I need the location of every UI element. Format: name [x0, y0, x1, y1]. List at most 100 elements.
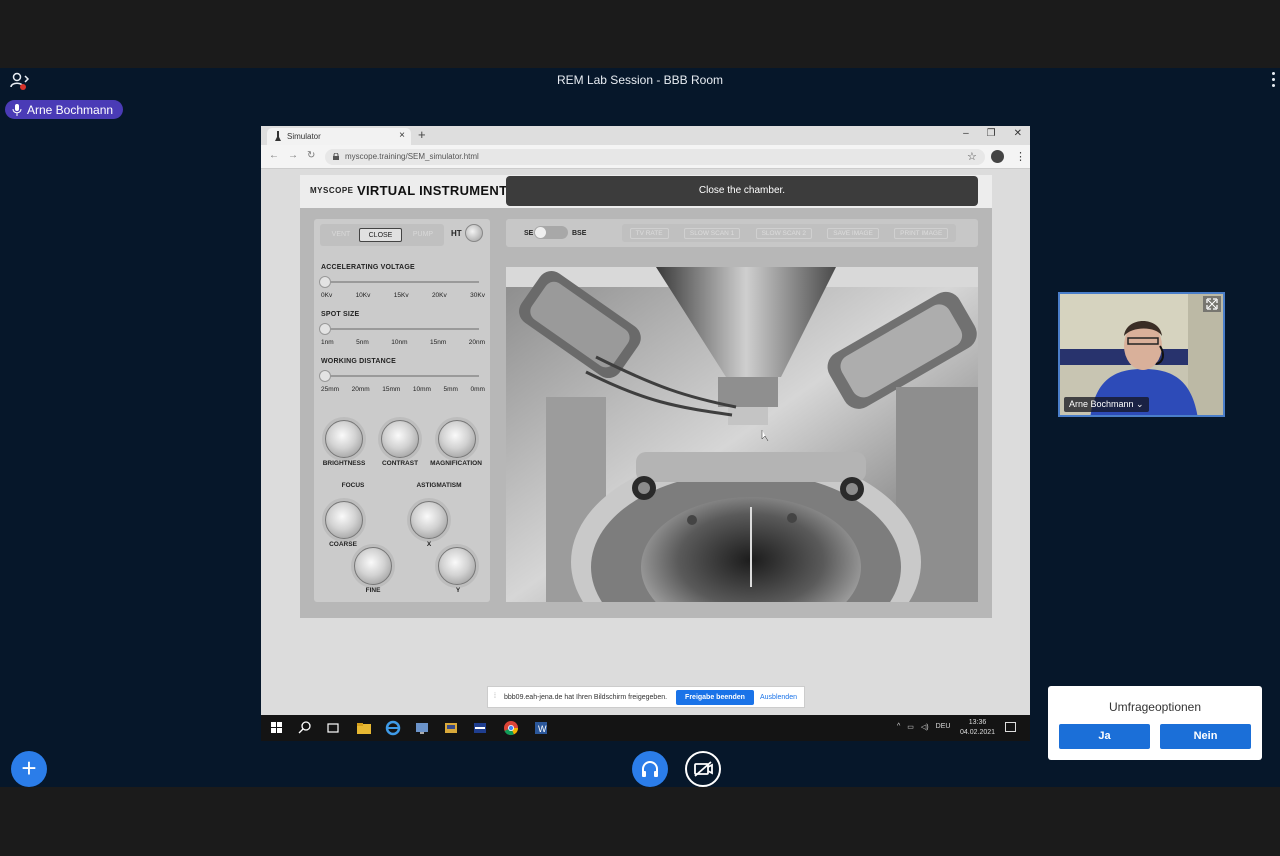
volume-icon[interactable]: ◁) — [921, 723, 929, 731]
accelerating-voltage-label: ACCELERATING VOLTAGE — [321, 264, 415, 271]
leave-audio-button[interactable] — [632, 751, 668, 787]
brightness-knob[interactable] — [325, 420, 363, 458]
bookmark-star-icon[interactable]: ☆ — [967, 150, 977, 163]
taskbar-clock[interactable]: 13:36 04.02.2021 — [960, 718, 995, 738]
tab-title: Simulator — [287, 132, 321, 141]
hide-notice-link[interactable]: Ausblenden — [760, 694, 797, 701]
letterbox-top — [0, 0, 1280, 68]
screen-share: Simulator × + – ❐ ✕ ← → ↻ myscope.traini… — [261, 126, 1030, 741]
actions-plus-button[interactable]: + — [11, 751, 47, 787]
room-title: REM Lab Session - BBB Room — [556, 73, 724, 87]
app-icon[interactable] — [443, 720, 459, 736]
coarse-focus-knob[interactable] — [325, 501, 363, 539]
contrast-knob[interactable] — [381, 420, 419, 458]
poll-title: Umfrageoptionen — [1108, 700, 1202, 714]
reload-icon[interactable]: ↻ — [307, 150, 315, 161]
poll-yes-button[interactable]: Ja — [1059, 724, 1150, 749]
tick: 20mm — [351, 386, 370, 393]
restore-icon[interactable]: ❐ — [987, 128, 996, 139]
search-icon[interactable] — [297, 720, 313, 736]
tick: 15mm — [382, 386, 401, 393]
accelerating-voltage-slider[interactable] — [319, 276, 331, 288]
magnification-knob[interactable] — [438, 420, 476, 458]
internet-explorer-icon[interactable] — [385, 720, 401, 736]
browser-tabbar: Simulator × + – ❐ ✕ — [261, 126, 1030, 145]
print-image-button[interactable]: PRINT IMAGE — [894, 227, 949, 239]
remote-desktop-icon[interactable] — [414, 720, 430, 736]
save-image-button[interactable]: SAVE IMAGE — [827, 227, 879, 239]
close-window-icon[interactable]: ✕ — [1014, 128, 1022, 139]
talking-indicator[interactable]: Arne Bochmann — [5, 100, 124, 119]
slow-scan-2-button[interactable]: SLOW SCAN 2 — [755, 227, 812, 239]
windows-start-icon[interactable] — [269, 720, 285, 736]
bse-label: BSE — [572, 230, 587, 237]
tick: 20nm — [468, 339, 485, 346]
network-icon[interactable]: ▭ — [907, 723, 914, 731]
talker-name: Arne Bochmann — [27, 102, 114, 117]
nav-buttons: ← → ↻ — [269, 150, 315, 161]
tv-rate-button[interactable]: TV RATE — [629, 227, 669, 239]
browser-omnibar: ← → ↻ myscope.training/SEM_simulator.htm… — [261, 145, 1030, 169]
chamber-view — [506, 267, 978, 602]
clock-time: 13:36 — [968, 719, 987, 726]
share-webcam-button[interactable] — [685, 751, 721, 787]
vent-button[interactable]: VENT — [326, 228, 356, 242]
browser-menu-icon[interactable]: ⋮ — [1015, 150, 1026, 163]
focus-label: FOCUS — [341, 482, 365, 489]
tray-chevron-icon[interactable]: ^ — [897, 723, 900, 731]
back-icon[interactable]: ← — [269, 150, 279, 161]
ht-switch[interactable] — [465, 224, 483, 242]
spot-size-slider[interactable] — [319, 323, 331, 335]
poll-no-button[interactable]: Nein — [1160, 724, 1251, 749]
y-label: Y — [455, 587, 461, 594]
tick: 0mm — [470, 386, 485, 393]
page-content: MYSCOPE VIRTUAL INSTRUMENT Close the cha… — [261, 169, 1030, 715]
tick: 1nm — [321, 339, 334, 346]
working-distance-slider[interactable] — [319, 370, 331, 382]
stop-sharing-button[interactable]: Freigabe beenden — [676, 690, 754, 705]
fine-focus-knob[interactable] — [354, 547, 392, 585]
action-center-icon[interactable] — [1005, 722, 1016, 732]
magnification-label: MAGNIFICATION — [430, 460, 482, 467]
url-text: myscope.training/SEM_simulator.html — [345, 152, 479, 161]
microscope-favicon-icon — [275, 131, 281, 141]
zeiss-app-icon[interactable] — [472, 720, 488, 736]
browser-tab[interactable]: Simulator × — [267, 128, 411, 145]
webcam-name[interactable]: Arne Bochmann ⌄ — [1064, 397, 1149, 412]
tick: 25mm — [321, 386, 340, 393]
spot-size-ticks: 1nm 5nm 10nm 15nm 20nm — [321, 339, 485, 346]
spot-size-track — [324, 328, 479, 330]
astigmatism-x-knob[interactable] — [410, 501, 448, 539]
poll-panel: Umfrageoptionen Ja Nein — [1048, 686, 1262, 760]
drag-handle-icon[interactable]: ⁞ — [494, 693, 496, 700]
input-language[interactable]: DEU — [936, 723, 951, 731]
fullscreen-icon[interactable] — [1203, 296, 1221, 312]
detector-toggle[interactable] — [534, 226, 568, 239]
astigmatism-y-knob[interactable] — [438, 547, 476, 585]
options-menu-icon[interactable] — [1270, 72, 1276, 90]
profile-avatar-icon[interactable] — [991, 150, 1004, 163]
working-distance-label: WORKING DISTANCE — [321, 358, 397, 365]
instruction-message: Close the chamber. — [506, 176, 978, 206]
slow-scan-1-button[interactable]: SLOW SCAN 1 — [683, 227, 741, 239]
control-panel: VENT CLOSE PUMP HT ACCELERATING VOLTAGE … — [314, 219, 490, 602]
new-tab-icon[interactable]: + — [418, 127, 426, 142]
file-explorer-icon[interactable] — [356, 720, 372, 736]
task-view-icon[interactable] — [325, 720, 341, 736]
webcam-tile[interactable]: Arne Bochmann ⌄ — [1058, 292, 1225, 417]
tick: 10Kv — [355, 292, 371, 299]
minimize-icon[interactable]: – — [963, 128, 969, 139]
lock-icon — [333, 153, 339, 160]
close-button[interactable]: CLOSE — [359, 228, 402, 242]
instrument-title: VIRTUAL INSTRUMENT — [357, 183, 508, 198]
working-distance-ticks: 25mm 20mm 15mm 10mm 5mm 0mm — [321, 386, 485, 393]
tick: 15nm — [429, 339, 447, 346]
pump-button[interactable]: PUMP — [406, 228, 440, 242]
chrome-icon[interactable] — [503, 720, 519, 736]
forward-icon[interactable]: → — [288, 150, 298, 161]
close-tab-icon[interactable]: × — [399, 130, 405, 141]
accelerating-voltage-ticks: 0Kv 10Kv 15Kv 20Kv 30Kv — [321, 292, 485, 299]
word-icon[interactable]: W — [533, 720, 549, 736]
working-distance-track — [324, 375, 479, 377]
address-bar[interactable]: myscope.training/SEM_simulator.html — [325, 149, 985, 165]
